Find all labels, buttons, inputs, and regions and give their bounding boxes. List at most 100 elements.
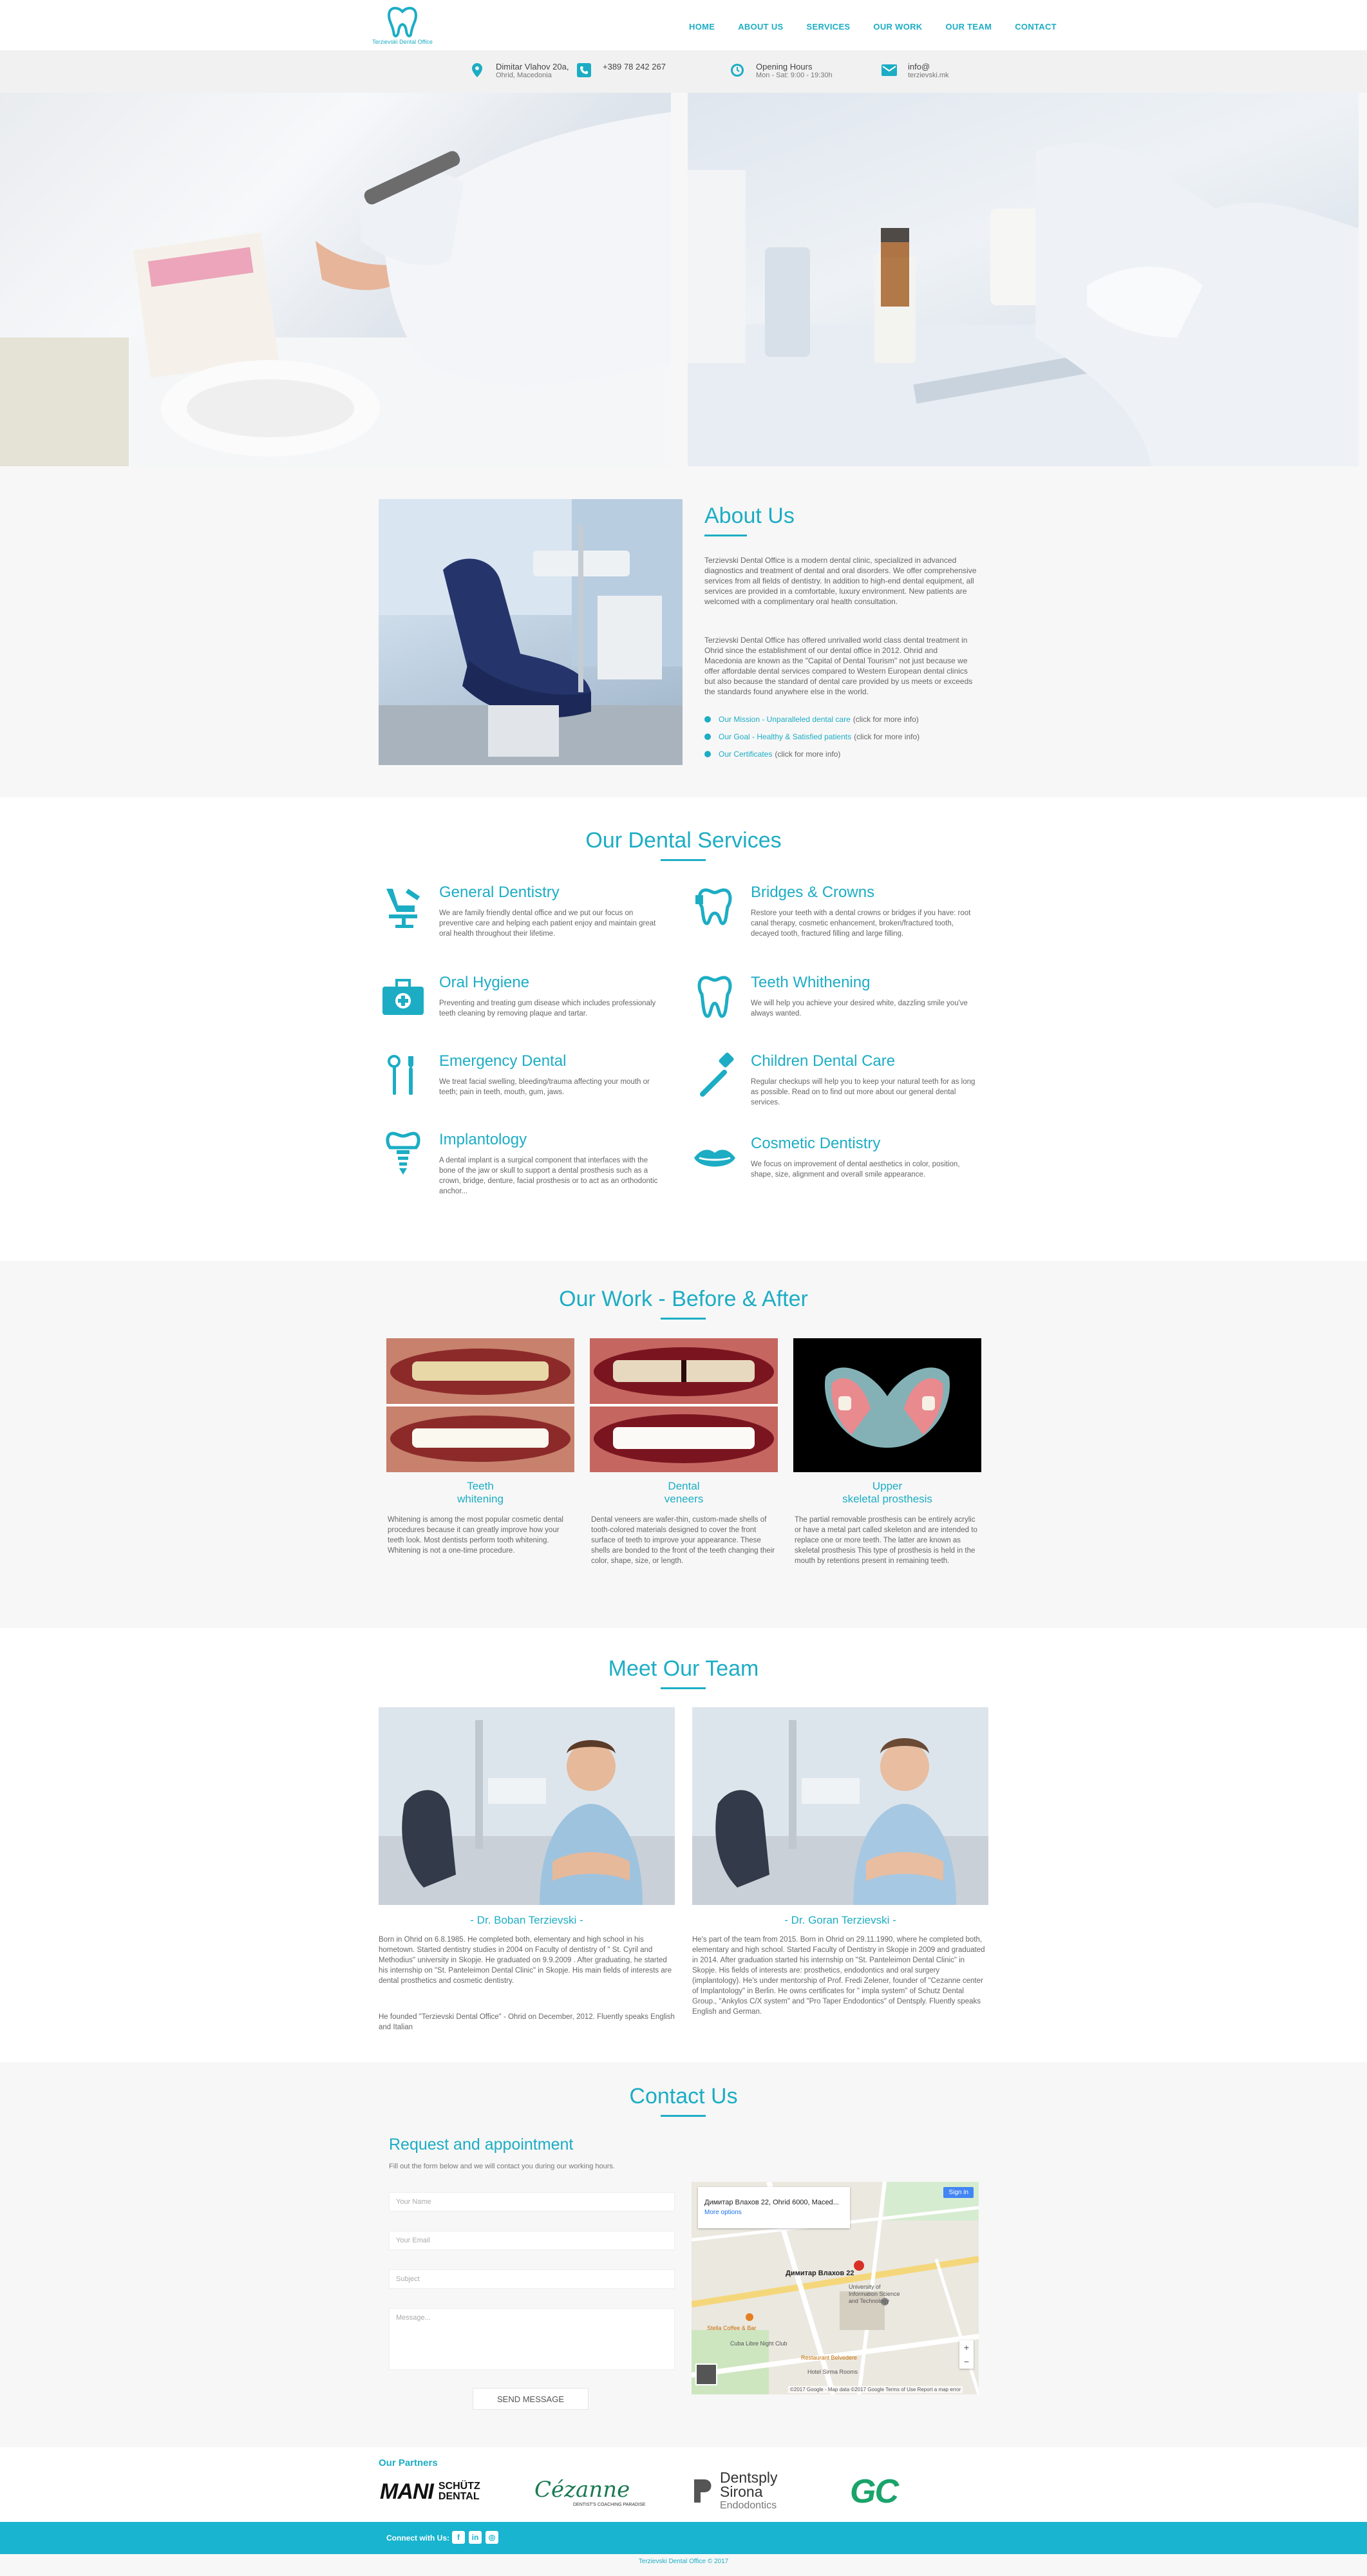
map-more-options[interactable]: More options (704, 2209, 844, 2216)
info-bar: Dimitar Vlahov 20a, Ohrid, Macedonia +389… (0, 50, 1367, 93)
address-line1: Dimitar Vlahov 20a, (496, 62, 569, 71)
certificates-hint: (click for more info) (775, 750, 841, 759)
nav-services[interactable]: SERVICES (807, 22, 851, 32)
map-place-address: Димитар Влахов 22, Ohrid 6000, Maced... (704, 2199, 839, 2206)
work-image-skeletal-prosthesis (793, 1338, 981, 1472)
nav-contact[interactable]: CONTACT (1015, 22, 1057, 32)
work-caption-skeletal-prosthesis: Upper skeletal prosthesis (793, 1480, 981, 1506)
info-hours: Opening Hours Mon - Sat: 9:00 - 19:30h (729, 62, 833, 80)
message-textarea[interactable] (389, 2308, 675, 2370)
caption-line2: veneers (664, 1493, 704, 1505)
service-title: Children Dental Care (751, 1052, 896, 1070)
contact-title-underline (661, 2115, 706, 2117)
team-name-boban: - Dr. Boban Terzievski - (470, 1914, 583, 1926)
tooth-logo-icon (387, 6, 418, 37)
logo-text: Terzievski Dental Office (372, 39, 433, 45)
partner-gc-logo[interactable]: GC (850, 2469, 899, 2514)
logo[interactable]: Terzievski Dental Office (361, 5, 444, 46)
hours-text: Mon - Sat: 9:00 - 19:30h (756, 71, 833, 79)
team-section (0, 1628, 1367, 2062)
dentsply-mark-icon (694, 2479, 712, 2503)
subject-input[interactable] (389, 2269, 675, 2289)
partner-cezanne-logo[interactable]: Cézanne DENTIST'S COACHING PARADISE (534, 2469, 645, 2514)
map-poi-hotel-sirma: Hotel Sirma Rooms (807, 2369, 858, 2375)
about-title: About Us (704, 504, 795, 528)
work-text-dental-veneers: Dental veneers are wafer-thin, custom-ma… (591, 1516, 775, 1565)
team-photo-goran (692, 1707, 988, 1905)
clock-icon (729, 62, 746, 79)
service-text: We will help you achieve your desired wh… (751, 999, 968, 1018)
about-bullet-goal[interactable]: Our Goal - Healthy & Satisfied patients(… (704, 732, 919, 741)
team-photo-boban (379, 1707, 675, 1905)
email-line2[interactable]: terzievski.mk (908, 71, 949, 80)
team-bio-boban-2: He founded "Terzievski Dental Office" - … (379, 2013, 675, 2031)
service-text: A dental implant is a surgical component… (439, 1157, 658, 1195)
nav-about-us[interactable]: ABOUT US (738, 22, 783, 32)
map-pin-label: Димитар Влахов 22 (786, 2269, 854, 2277)
google-map[interactable]: Димитар Влахов 22, Ohrid 6000, Maced... … (692, 2182, 979, 2394)
service-text: Regular checkups will help you to keep y… (751, 1078, 976, 1106)
contact-note: Fill out the form below and we will cont… (389, 2163, 615, 2170)
work-title: Our Work - Before & After (559, 1287, 808, 1311)
email-input[interactable] (389, 2231, 675, 2250)
map-zoom-controls[interactable]: + − (959, 2340, 974, 2369)
send-message-button[interactable]: SEND MESSAGE (473, 2388, 589, 2410)
map-poi-belvedere: Restaurant Belvedere (801, 2354, 858, 2361)
phone-icon (576, 62, 592, 79)
email-line1[interactable]: info@ (908, 62, 949, 71)
map-satellite-toggle[interactable] (695, 2363, 717, 2385)
work-image-teeth-whitening (386, 1338, 574, 1472)
hero-image-denture (0, 93, 671, 466)
partners-section (0, 2447, 1367, 2522)
nav-our-work[interactable]: OUR WORK (873, 22, 922, 32)
mission-link[interactable]: Our Mission - Unparalleled dental care (719, 715, 851, 724)
linkedin-icon[interactable]: in (469, 2531, 482, 2544)
info-address: Dimitar Vlahov 20a, Ohrid, Macedonia (469, 62, 569, 80)
goal-hint: (click for more info) (854, 732, 920, 741)
map-poi-cuba-libre: Cuba Libre Night Club (730, 2340, 787, 2347)
cezanne-tagline: DENTIST'S COACHING PARADISE (573, 2502, 646, 2507)
map-place-card: Димитар Влахов 22, Ohrid 6000, Maced... … (698, 2187, 850, 2228)
team-bio-boban-1: Born in Ohrid on 6.8.1985. He completed … (379, 1936, 672, 1985)
certificates-link[interactable]: Our Certificates (719, 750, 772, 759)
footer-bar (0, 2522, 1367, 2554)
implant-icon (386, 1132, 420, 1175)
map-pin-icon (469, 62, 486, 79)
lips-icon (694, 1150, 735, 1167)
about-title-underline (704, 535, 747, 536)
dental-tools-icon (388, 1055, 413, 1095)
partner-dentsply-logo[interactable]: Dentsply Sirona Endodontics (692, 2469, 777, 2514)
contact-title: Contact Us (629, 2084, 738, 2108)
about-clinic-photo (379, 499, 683, 765)
tooth-bridge-icon (695, 888, 732, 925)
facebook-icon[interactable]: f (452, 2531, 465, 2544)
mission-hint: (click for more info) (853, 715, 919, 724)
top-navbar: Terzievski Dental Office HOME ABOUT US S… (0, 0, 1367, 50)
about-bullet-mission[interactable]: Our Mission - Unparalleled dental care (c… (704, 715, 919, 724)
contact-subtitle: Request and appointment (389, 2136, 574, 2154)
partner-mani-schutz-logo[interactable]: MANI SCHÜTZ DENTAL (380, 2469, 503, 2514)
service-text: We treat facial swelling, bleeding/traum… (439, 1078, 650, 1096)
nav-our-team[interactable]: OUR TEAM (945, 22, 992, 32)
team-title: Meet Our Team (608, 1656, 759, 1681)
address-line2: Ohrid, Macedonia (496, 71, 552, 79)
phone-number[interactable]: +389 78 242 267 (603, 62, 666, 71)
service-text: We are family friendly dental office and… (439, 909, 656, 938)
cezanne-logo-text: Cézanne (534, 2476, 630, 2503)
map-poi-stella: Stella Coffee & Bar (707, 2325, 757, 2331)
bullet-dot (704, 734, 711, 740)
map-sign-in-button[interactable]: Sign in (943, 2187, 974, 2198)
about-bullet-certificates[interactable]: Our Certificates (click for more info) (704, 750, 840, 759)
name-input[interactable] (389, 2192, 675, 2211)
page: Terzievski Dental Office HOME ABOUT US S… (0, 0, 1367, 2576)
services-section (0, 797, 1367, 1261)
service-title: Cosmetic Dentistry (751, 1135, 881, 1152)
caption-line1: Upper (872, 1480, 903, 1492)
goal-link[interactable]: Our Goal - Healthy & Satisfied patients (719, 732, 851, 741)
service-title: General Dentistry (439, 884, 560, 901)
about-paragraph-2: Terzievski Dental Office has offered unr… (704, 636, 973, 696)
mani-logo-text: MANI (380, 2479, 434, 2504)
nav-home[interactable]: HOME (689, 22, 715, 32)
caption-line1: Dental (668, 1480, 700, 1492)
instagram-icon[interactable]: ◎ (486, 2531, 498, 2544)
